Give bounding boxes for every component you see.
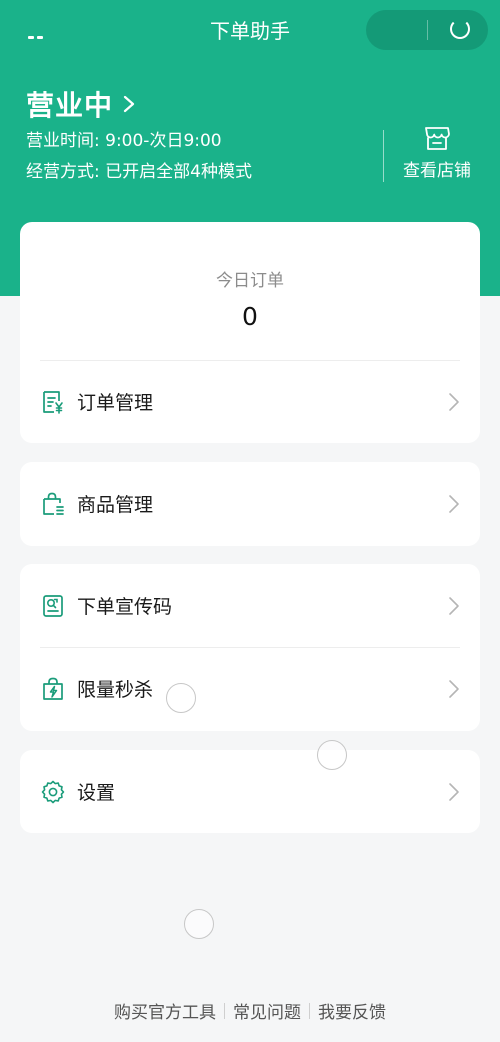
today-orders-card: 今日订单 0 订单管理 [20,222,480,443]
settings-card: 设置 [20,750,480,833]
buy-tools-link[interactable]: 购买官方工具 [114,998,216,1023]
capsule-close-icon[interactable] [450,19,470,39]
gear-icon [41,780,65,804]
product-management-label: 商品管理 [77,494,154,516]
product-management-item[interactable]: 商品管理 [20,462,480,546]
today-orders-count: 0 [242,302,258,331]
settings-label: 设置 [77,782,116,804]
lightning-bag-icon [43,677,63,700]
touch-indicator [166,683,196,713]
order-management-label: 订单管理 [77,392,154,414]
view-store-label: 查看店铺 [403,161,471,181]
footer-divider [224,1002,225,1019]
qr-poster-icon [43,595,63,617]
product-management-card: 商品管理 [20,462,480,546]
order-management-item[interactable]: 订单管理 [20,360,480,444]
store-icon [425,127,450,150]
promotion-card: 下单宣传码 限量秒杀 [20,564,480,731]
chevron-right-icon [449,680,459,698]
today-orders-label: 今日订单 [216,271,284,291]
order-list-icon [43,391,63,414]
flash-sale-label: 限量秒杀 [77,679,154,701]
shopping-bag-icon [43,492,64,515]
chevron-right-icon [449,783,459,801]
footer-divider [309,1002,310,1019]
chevron-right-icon [449,495,459,513]
promo-code-label: 下单宣传码 [77,596,173,618]
promo-code-item[interactable]: 下单宣传码 [20,564,480,648]
flash-sale-item[interactable]: 限量秒杀 [20,647,480,731]
business-hours: 营业时间: 9:00-次日9:00 [26,131,222,151]
business-status[interactable]: 营业中 [26,84,139,124]
view-store-button[interactable]: 查看店铺 [396,124,478,184]
capsule-divider [427,20,428,40]
touch-indicator [317,740,347,770]
business-status-text: 营业中 [26,89,114,122]
chevron-right-icon [449,597,459,615]
settings-item[interactable]: 设置 [20,750,480,834]
chevron-right-icon [123,95,135,113]
mini-program-capsule[interactable] [366,10,488,50]
header-divider [383,130,384,182]
feedback-link[interactable]: 我要反馈 [318,998,386,1023]
footer-links: 购买官方工具 常见问题 我要反馈 [0,998,500,1023]
touch-indicator [184,909,214,939]
faq-link[interactable]: 常见问题 [233,998,301,1023]
chevron-right-icon [449,393,459,411]
business-mode: 经营方式: 已开启全部4种模式 [26,162,252,182]
